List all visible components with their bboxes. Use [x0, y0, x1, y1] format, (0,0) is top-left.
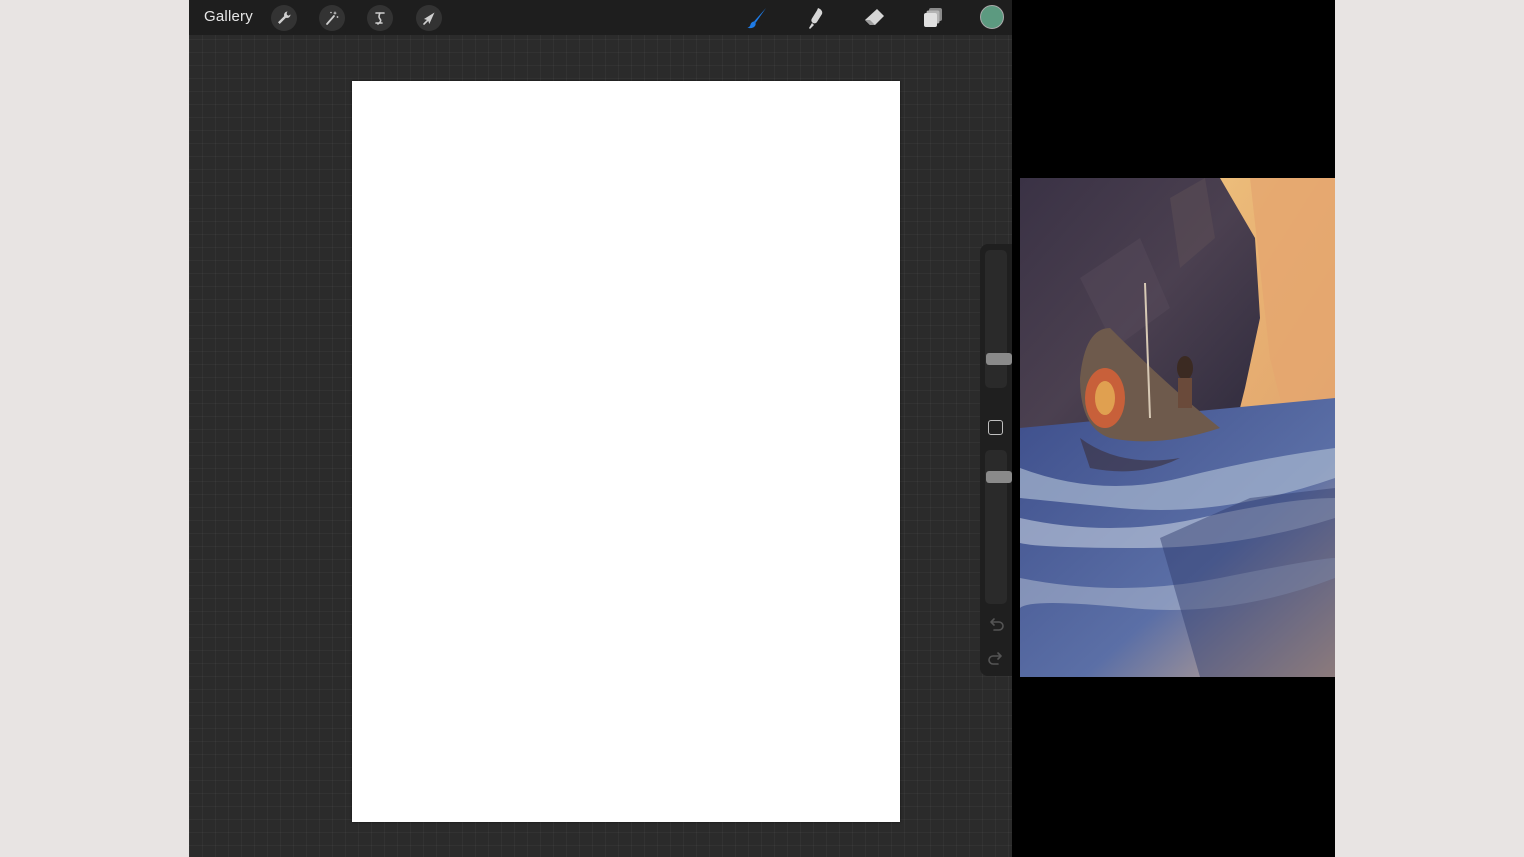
drawing-canvas[interactable]	[352, 81, 900, 822]
top-toolbar: Gallery	[189, 0, 1012, 35]
brush-sidebar	[980, 244, 1012, 676]
transform-button[interactable]	[416, 5, 442, 31]
gallery-button[interactable]: Gallery	[204, 8, 253, 25]
reference-painting	[1020, 178, 1335, 677]
brush-icon	[747, 8, 766, 29]
letterbox-left	[0, 0, 189, 857]
layers-button[interactable]	[920, 5, 946, 31]
layers-icon	[924, 8, 942, 27]
procreate-app: Gallery	[189, 0, 1012, 857]
arrow-cursor-icon	[423, 12, 435, 25]
actions-button[interactable]	[271, 5, 297, 31]
undo-icon[interactable]	[987, 616, 1005, 634]
modify-button[interactable]	[988, 420, 1003, 435]
canoe-painting-image	[1020, 178, 1335, 677]
opacity-slider[interactable]	[985, 450, 1012, 604]
opacity-thumb[interactable]	[986, 471, 1012, 484]
brush-size-thumb[interactable]	[986, 353, 1012, 366]
eraser-tool-button[interactable]	[861, 5, 887, 31]
smudge-icon	[809, 8, 823, 29]
brush-tool-button[interactable]	[744, 5, 770, 31]
selection-icon	[375, 12, 385, 25]
wrench-icon	[278, 11, 291, 24]
reference-image-pane	[1012, 0, 1335, 857]
redo-icon[interactable]	[987, 650, 1005, 668]
selection-button[interactable]	[367, 5, 393, 31]
smudge-tool-button[interactable]	[803, 5, 829, 31]
magic-wand-icon	[326, 11, 339, 25]
letterbox-right	[1335, 0, 1524, 857]
brush-size-slider[interactable]	[985, 250, 1012, 388]
color-picker-button[interactable]	[980, 5, 1004, 29]
eraser-icon	[865, 9, 884, 25]
adjustments-button[interactable]	[319, 5, 345, 31]
